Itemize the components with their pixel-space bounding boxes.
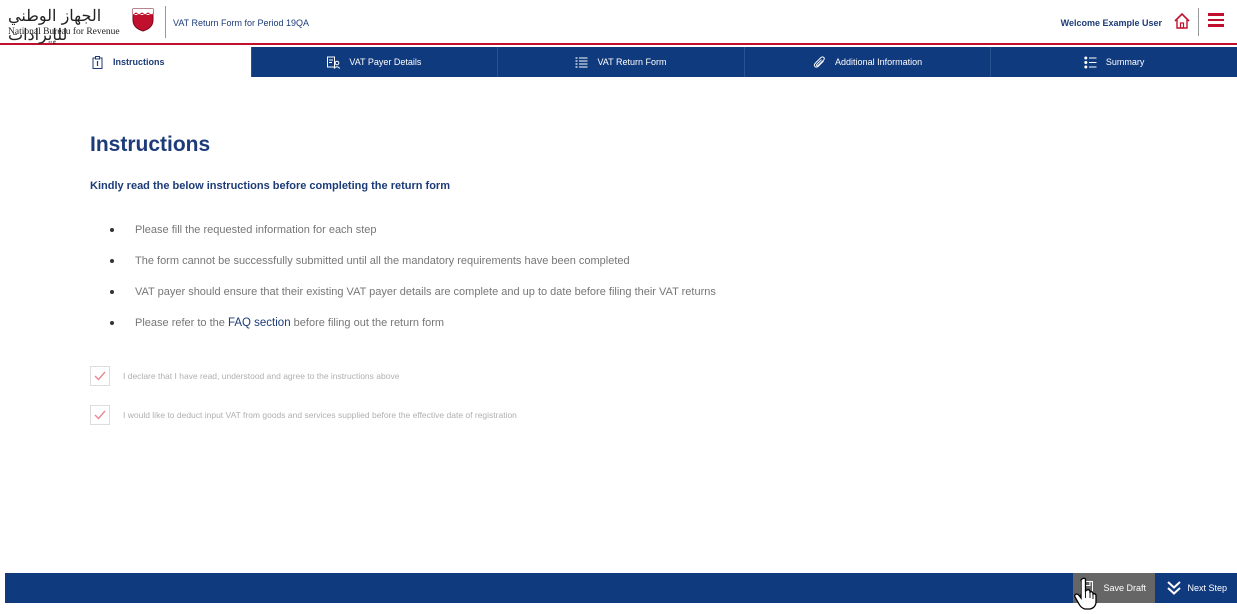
- emblem-icon: [132, 8, 154, 32]
- list-item: The form cannot be successfully submitte…: [110, 251, 716, 282]
- faq-link[interactable]: FAQ section: [228, 317, 291, 329]
- faq-suffix-text: before filing out the return form: [293, 317, 445, 329]
- hamburger-menu-icon[interactable]: [1208, 13, 1224, 27]
- tab-summary[interactable]: Summary: [991, 47, 1237, 77]
- logo-english-text: National Bureau for Revenue: [8, 27, 120, 37]
- header-divider: [1198, 8, 1199, 36]
- deduct-vat-checkbox-row: I would like to deduct input VAT from go…: [90, 405, 517, 425]
- declaration-checkbox[interactable]: [90, 366, 110, 386]
- tab-label: Summary: [1105, 57, 1145, 67]
- summary-list-icon: [1084, 56, 1097, 68]
- clipboard-icon: [92, 55, 103, 69]
- deduct-vat-checkbox[interactable]: [90, 405, 110, 425]
- nbr-logo[interactable]: الجهاز الوطني للإيرادات National Bureau …: [8, 6, 158, 44]
- declaration-label: I declare that I have read, understood a…: [123, 371, 400, 381]
- welcome-text: Welcome Example User: [1060, 18, 1162, 28]
- double-chevron-down-icon: [1167, 581, 1181, 595]
- declaration-checkbox-row: I declare that I have read, understood a…: [90, 366, 399, 386]
- deduct-vat-label: I would like to deduct input VAT from go…: [123, 410, 517, 420]
- footer-bar: Save Draft Next Step: [5, 573, 1237, 603]
- paperclip-icon: [813, 55, 825, 68]
- tab-label: VAT Return Form: [597, 57, 667, 67]
- form-title: VAT Return Form for Period 19QA: [173, 18, 310, 28]
- step-tabs: Instructions VAT Payer Details VAT Retur…: [5, 47, 1237, 77]
- home-icon[interactable]: [1172, 11, 1192, 31]
- faq-prefix-text: Please refer to the: [135, 317, 225, 329]
- header-divider: [165, 6, 166, 38]
- list-item: VAT payer should ensure that their exist…: [110, 282, 716, 313]
- tab-label: Instructions: [113, 57, 165, 67]
- save-draft-label: Save Draft: [1103, 583, 1146, 593]
- checkmark-icon: [94, 371, 106, 381]
- instructions-list: Please fill the requested information fo…: [110, 220, 716, 344]
- list-item: Please fill the requested information fo…: [110, 220, 716, 251]
- tab-additional-information[interactable]: Additional Information: [745, 47, 992, 77]
- tab-label: Additional Information: [835, 57, 923, 67]
- hand-cursor-icon: [1074, 577, 1097, 610]
- next-step-button[interactable]: Next Step: [1157, 573, 1237, 603]
- tab-instructions[interactable]: Instructions: [5, 47, 252, 77]
- user-details-icon: [327, 56, 341, 69]
- list-item-faq: Please refer to the FAQ section before f…: [110, 313, 716, 344]
- list-icon: [575, 56, 588, 68]
- tab-label: VAT Payer Details: [349, 57, 422, 67]
- next-step-label: Next Step: [1187, 583, 1227, 593]
- tab-vat-return-form[interactable]: VAT Return Form: [498, 47, 745, 77]
- page-title: Instructions: [90, 133, 211, 156]
- page-subtitle: Kindly read the below instructions befor…: [90, 180, 450, 192]
- checkmark-icon: [94, 410, 106, 420]
- app-header: الجهاز الوطني للإيرادات National Bureau …: [0, 0, 1237, 45]
- tab-vat-payer-details[interactable]: VAT Payer Details: [252, 47, 499, 77]
